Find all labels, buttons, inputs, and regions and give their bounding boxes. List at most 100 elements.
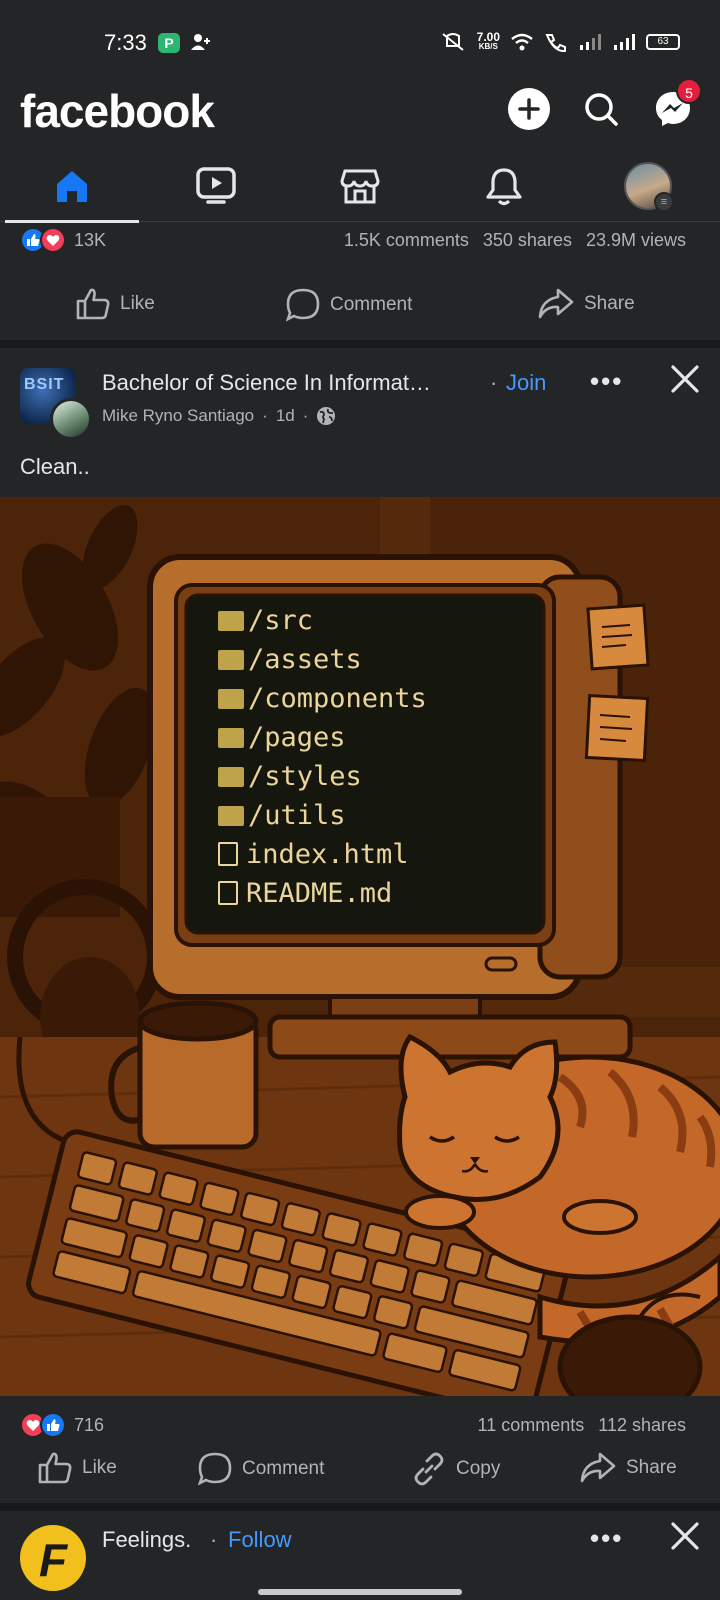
file-icon [218, 842, 238, 866]
tab-video[interactable] [144, 150, 288, 222]
folder-item: /utils [218, 796, 427, 835]
post2-share-label: Share [626, 1457, 677, 1478]
messenger-button[interactable]: 5 [652, 78, 702, 130]
video-icon [196, 167, 236, 204]
folder-item: /pages [218, 718, 427, 757]
folder-icon [218, 689, 244, 709]
signal-icon-2 [614, 34, 635, 50]
share-icon [580, 1452, 616, 1483]
page-name[interactable]: Feelings. [102, 1527, 191, 1553]
post2-copy-button[interactable]: Copy [412, 1452, 500, 1486]
hide-post-button[interactable] [668, 1519, 702, 1558]
avatar: ≡ [624, 162, 674, 212]
post2-copy-label: Copy [456, 1458, 501, 1479]
post2-comments-count[interactable]: 11 comments [478, 1415, 585, 1436]
tab-notifications[interactable] [432, 150, 576, 222]
post1-views-count: 23.9M views [585, 229, 686, 250]
post1-comments-count[interactable]: 1.5K comments [344, 230, 469, 251]
link-icon [414, 1452, 444, 1486]
join-button[interactable]: Join [506, 370, 546, 396]
feed-separator [0, 1503, 720, 1511]
post2-share-button[interactable]: Share [580, 1452, 677, 1484]
terminal-file-list: /src /assets /components /pages /styles … [218, 601, 427, 913]
like-icon [76, 288, 110, 320]
group-name[interactable]: Bachelor of Science In Informat… [102, 370, 431, 396]
create-button[interactable] [508, 88, 550, 130]
dot-separator: · [490, 370, 498, 395]
status-time: 7:33 [104, 30, 147, 55]
dot-separator: · [210, 1527, 218, 1552]
post1-comment-button[interactable]: Comment [286, 288, 412, 322]
file-item: README.md [218, 874, 427, 913]
folder-item: /assets [218, 640, 427, 679]
search-icon [585, 93, 618, 126]
follow-button[interactable]: Follow [228, 1527, 292, 1553]
marketplace-icon [340, 169, 380, 204]
file-item: index.html [218, 835, 427, 874]
folder-icon [218, 767, 244, 787]
post2-reaction-count: 716 [74, 1414, 105, 1435]
folder-item: /components [218, 679, 427, 718]
app-notification-icon: P [158, 33, 180, 53]
author-name[interactable]: Mike Ryno Santiago [102, 406, 254, 426]
more-options-button[interactable]: ••• [590, 366, 623, 397]
user-add-icon [190, 32, 212, 57]
tab-home[interactable] [0, 150, 144, 223]
post1-share-button[interactable]: Share [538, 288, 635, 320]
post2-comment-label: Comment [242, 1458, 325, 1479]
status-indicators: 7.00 KB/S 63 [439, 30, 680, 52]
plus-icon [518, 98, 540, 120]
post1-share-label: Share [584, 293, 635, 314]
post1-shares-count[interactable]: 350 shares [483, 230, 572, 251]
close-icon [671, 365, 699, 393]
tab-profile[interactable]: ≡ [576, 150, 720, 222]
folder-icon [218, 611, 244, 631]
share-icon [538, 288, 574, 319]
globe-icon [317, 407, 336, 425]
wifi-icon [511, 33, 533, 51]
nav-tabs: ≡ [0, 150, 720, 223]
folder-icon [218, 806, 244, 826]
network-speed: 7.00 KB/S [476, 30, 500, 51]
post2-image[interactable]: /src /assets /components /pages /styles … [0, 497, 720, 1396]
call-icon [545, 34, 566, 52]
close-icon [671, 1522, 699, 1550]
tab-marketplace[interactable] [288, 150, 432, 222]
post1-stats: 13K 1.5K comments 350 shares 23.9M views [0, 220, 720, 260]
status-bar: 7:33 P 7.00 KB/S 63 [0, 0, 720, 80]
post2-caption: Clean.. [20, 454, 90, 479]
app-header: facebook 5 [0, 78, 720, 150]
post1-actions: Like Comment Share [0, 270, 720, 340]
folder-item: /styles [218, 757, 427, 796]
folder-icon [218, 650, 244, 670]
author-avatar[interactable] [50, 398, 92, 440]
post2-header: BSIT Bachelor of Science In Informat… · … [0, 348, 720, 448]
comment-icon [198, 1452, 232, 1486]
post2-like-label: Like [82, 1457, 117, 1478]
signal-icon-1 [580, 34, 601, 50]
post-time[interactable]: 1d [276, 406, 295, 426]
more-options-button[interactable]: ••• [590, 1523, 623, 1554]
messenger-badge: 5 [676, 78, 702, 104]
like-icon [38, 1452, 72, 1484]
hide-post-button[interactable] [668, 362, 702, 401]
folder-item: /src [218, 601, 427, 640]
comment-icon [286, 288, 320, 322]
post2-comment-button[interactable]: Comment [198, 1452, 324, 1486]
page-avatar[interactable]: F [20, 1525, 86, 1591]
search-button[interactable] [580, 88, 622, 130]
post1-reactions[interactable]: 13K [20, 227, 106, 253]
post1-like-button[interactable]: Like [76, 288, 155, 320]
facebook-logo[interactable]: facebook [20, 84, 215, 138]
dot-separator: · [262, 406, 268, 425]
menu-icon: ≡ [654, 192, 674, 212]
post2-shares-count[interactable]: 112 shares [598, 1415, 686, 1436]
bell-icon [486, 168, 522, 206]
post2-like-button[interactable]: Like [38, 1452, 117, 1484]
home-indicator[interactable] [258, 1589, 462, 1595]
post1-like-label: Like [120, 293, 155, 314]
battery-indicator: 63 [646, 34, 680, 50]
folder-icon [218, 728, 244, 748]
love-reaction-icon [40, 227, 66, 253]
post2-actions: Like Comment Copy Share [0, 1434, 720, 1504]
